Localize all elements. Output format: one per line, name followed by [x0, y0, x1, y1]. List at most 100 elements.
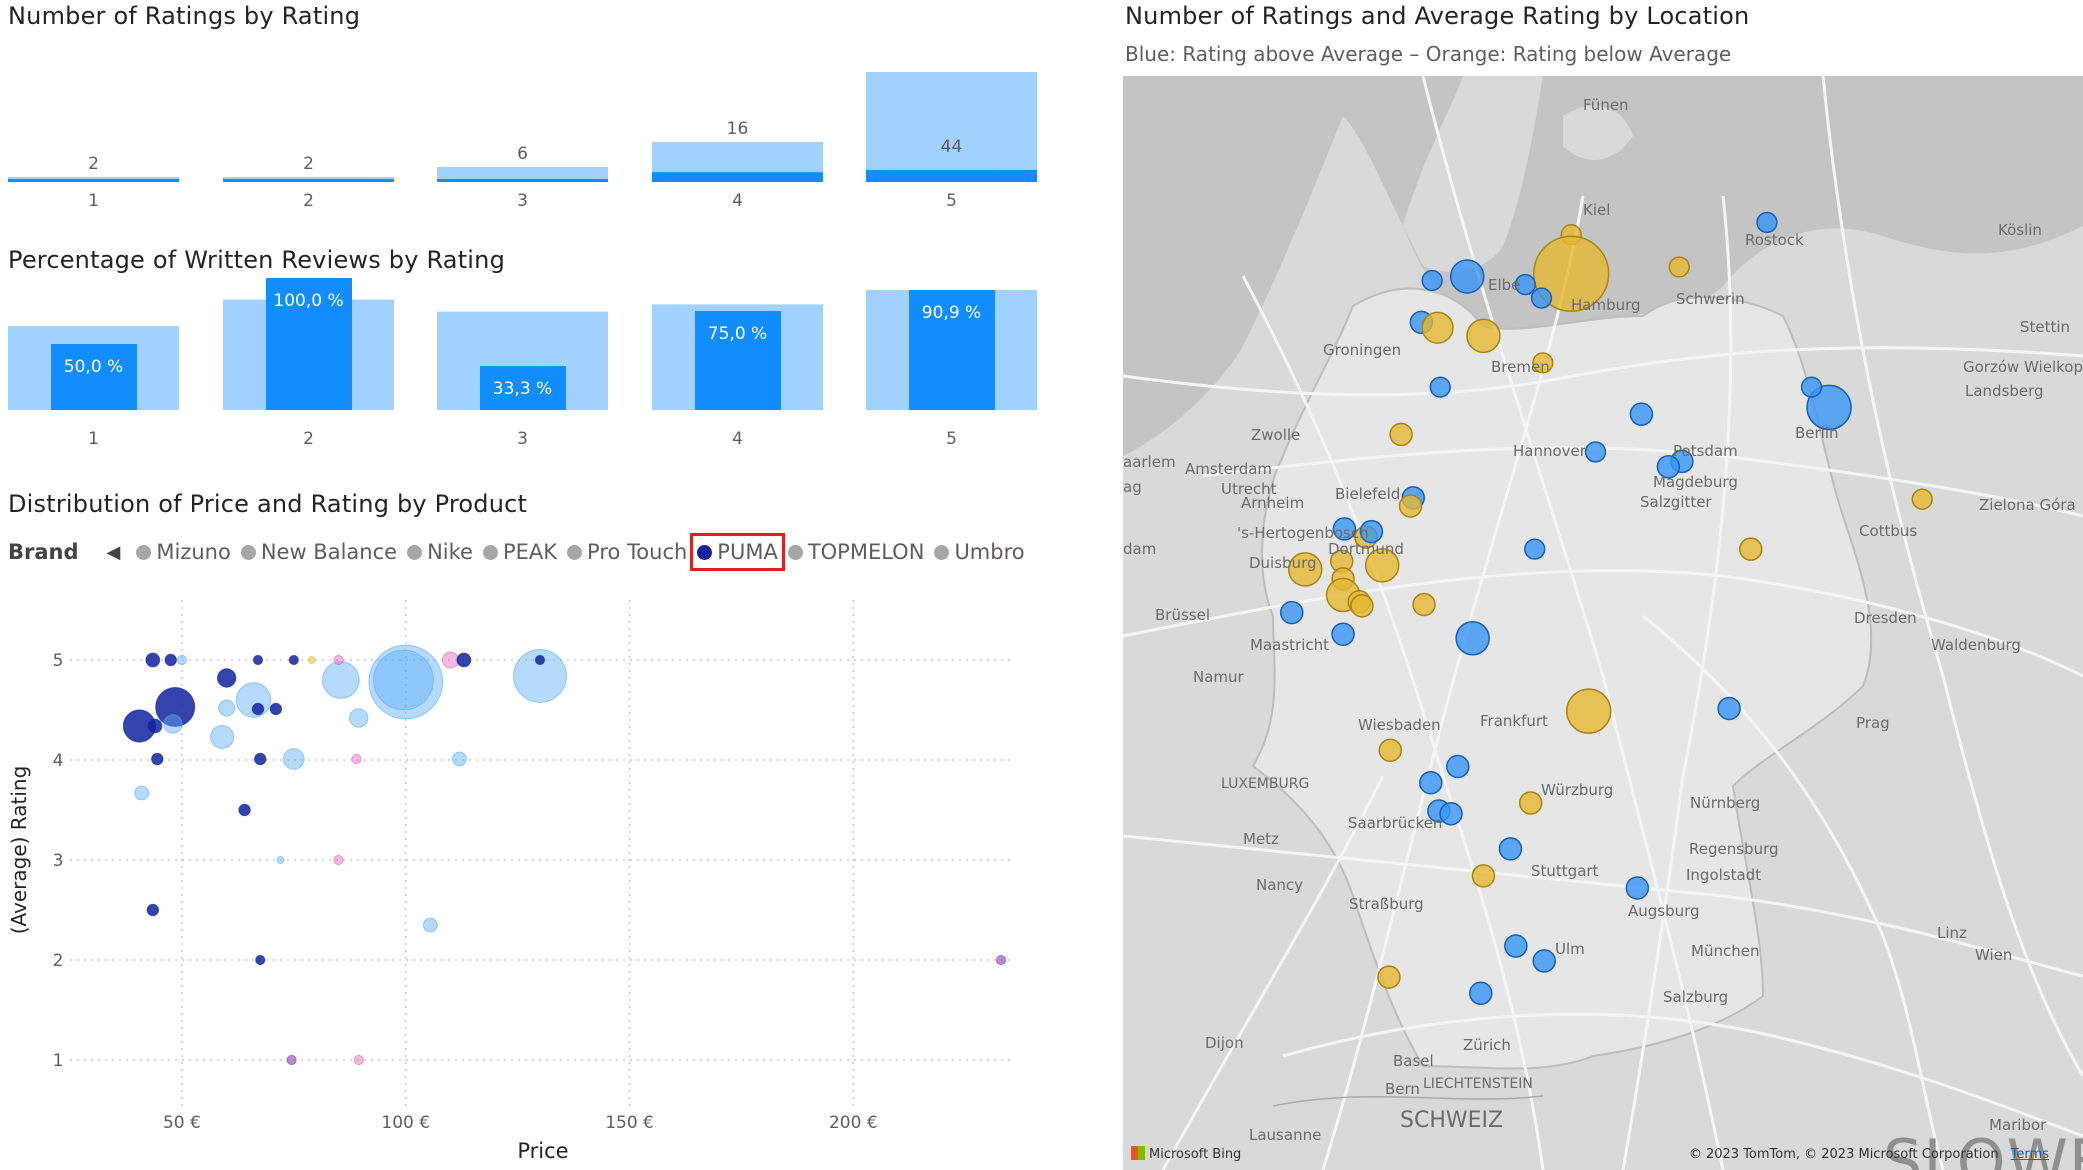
scatter-point[interactable]	[282, 748, 305, 770]
scatter-point[interactable]	[333, 654, 344, 666]
legend-item-puma[interactable]: PUMA	[690, 533, 785, 571]
location-bubble[interactable]	[1471, 864, 1496, 888]
legend-item-pro-touch[interactable]: Pro Touch	[567, 540, 687, 564]
scatter-point[interactable]	[534, 654, 546, 666]
written-reviews-chart[interactable]: 50,0 % 1 100,0 % 2 33,3 % 3 75,0 % 4 90,9 % 5	[0, 278, 1110, 470]
scatter-point[interactable]	[164, 653, 177, 667]
legend-label: PUMA	[717, 540, 778, 564]
location-bubble[interactable]	[1398, 494, 1423, 518]
scatter-point[interactable]	[176, 654, 188, 666]
map-label: aarlem	[1123, 453, 1176, 471]
location-bubble[interactable]	[1625, 876, 1650, 900]
ratings-count-chart[interactable]: 212263164445	[0, 60, 1110, 230]
location-bubble[interactable]	[1756, 211, 1778, 234]
map-label: Würzburg	[1541, 781, 1614, 799]
location-map[interactable]: Fünen Kiel Rostock Köslin Elbe Hamburg Schweri…	[1123, 76, 2083, 1170]
scatter-point[interactable]	[255, 954, 266, 966]
legend-item-new-balance[interactable]: New Balance	[240, 540, 397, 564]
scatter-point[interactable]	[995, 954, 1007, 966]
location-bubble[interactable]	[1421, 269, 1443, 292]
bar-highlight[interactable]	[437, 179, 608, 182]
scatter-point[interactable]	[163, 714, 183, 734]
legend-item-nike[interactable]: Nike	[407, 540, 473, 564]
location-bubble[interactable]	[1466, 318, 1501, 354]
location-bubble[interactable]	[1446, 754, 1470, 779]
price-rating-scatter[interactable]: 1 2 3 4 5 50 € 100 € 150 € 200 € Price (Average) R…	[0, 580, 1110, 1170]
bar-highlight[interactable]	[866, 169, 1037, 182]
scatter-point[interactable]	[151, 752, 164, 766]
location-bubble[interactable]	[1717, 696, 1741, 721]
scatter-point[interactable]	[238, 803, 251, 817]
scatter-point[interactable]	[251, 702, 265, 716]
legend-item-topmelon[interactable]: TOPMELON	[787, 540, 925, 564]
scatter-point[interactable]	[422, 917, 438, 933]
location-bubble[interactable]	[1566, 688, 1612, 734]
scatter-point[interactable]	[456, 652, 472, 668]
location-bubble[interactable]	[1911, 488, 1933, 510]
scatter-point[interactable]	[134, 785, 150, 801]
scatter-point[interactable]	[216, 668, 237, 688]
scatter-point[interactable]	[269, 702, 283, 716]
location-bubble[interactable]	[1532, 949, 1556, 973]
location-bubble[interactable]	[1800, 376, 1823, 398]
location-bubble[interactable]	[1455, 621, 1490, 656]
bar-highlight[interactable]	[8, 179, 179, 182]
scatter-point[interactable]	[252, 654, 264, 666]
scatter-point[interactable]	[307, 656, 316, 664]
bar-total[interactable]	[866, 72, 1037, 182]
x-tick-label: 1	[88, 429, 99, 449]
legend-prev-arrow-icon[interactable]: ◀	[107, 542, 121, 563]
location-bubble[interactable]	[1518, 791, 1543, 815]
scatter-point[interactable]	[452, 751, 467, 767]
location-bubble[interactable]	[1389, 422, 1413, 447]
scatter-point[interactable]	[353, 1054, 364, 1066]
scatter-point[interactable]	[210, 725, 235, 749]
location-bubble[interactable]	[1412, 592, 1436, 617]
location-bubble[interactable]	[1439, 802, 1463, 826]
location-bubble[interactable]	[1429, 376, 1451, 398]
location-bubble[interactable]	[1530, 287, 1553, 309]
location-bubble[interactable]	[1668, 256, 1690, 278]
location-bubble[interactable]	[1378, 738, 1403, 763]
scatter-point[interactable]	[286, 1054, 297, 1066]
scatter-point[interactable]	[441, 651, 460, 669]
location-bubble[interactable]	[1504, 934, 1528, 958]
location-bubble[interactable]	[1350, 594, 1374, 618]
legend-label: TOPMELON	[807, 540, 925, 564]
location-bubble[interactable]	[1739, 537, 1763, 561]
scatter-point[interactable]	[145, 652, 161, 668]
scatter-point[interactable]	[288, 654, 299, 666]
location-bubble[interactable]	[1450, 259, 1485, 294]
scatter-point[interactable]	[333, 854, 344, 866]
scatter-point[interactable]	[349, 708, 369, 728]
location-bubble[interactable]	[1629, 402, 1654, 426]
scatter-point[interactable]	[146, 903, 160, 917]
map-label: Prag	[1856, 714, 1890, 732]
map-attribution: © 2023 TomTom, © 2023 Microsoft Corporat…	[1689, 1147, 2049, 1162]
location-bubble[interactable]	[1377, 965, 1401, 989]
scatter-point[interactable]	[373, 649, 434, 711]
scatter-point[interactable]	[351, 753, 362, 765]
map-canvas[interactable]	[1123, 76, 2083, 1170]
bar-highlight[interactable]	[652, 172, 823, 182]
scatter-point[interactable]	[218, 699, 236, 717]
scatter-point[interactable]	[321, 661, 360, 699]
location-bubble[interactable]	[1421, 311, 1454, 344]
legend-item-umbro[interactable]: Umbro	[934, 540, 1025, 564]
location-bubble[interactable]	[1584, 441, 1607, 463]
location-bubble[interactable]	[1419, 770, 1443, 795]
bar-value[interactable]	[51, 344, 137, 410]
x-tick-label: 4	[732, 429, 743, 449]
legend-item-peak[interactable]: PEAK	[482, 540, 557, 564]
legend-item-mizuno[interactable]: Mizuno	[136, 540, 231, 564]
terms-link[interactable]: Terms	[2011, 1147, 2049, 1162]
location-bubble[interactable]	[1280, 600, 1304, 625]
location-bubble[interactable]	[1524, 538, 1546, 560]
location-bubble[interactable]	[1469, 981, 1493, 1006]
scatter-point[interactable]	[147, 718, 163, 734]
scatter-point[interactable]	[276, 856, 285, 864]
scatter-point[interactable]	[253, 752, 267, 766]
location-bubble[interactable]	[1498, 837, 1523, 861]
location-bubble[interactable]	[1331, 622, 1355, 646]
bar-highlight[interactable]	[223, 179, 394, 182]
